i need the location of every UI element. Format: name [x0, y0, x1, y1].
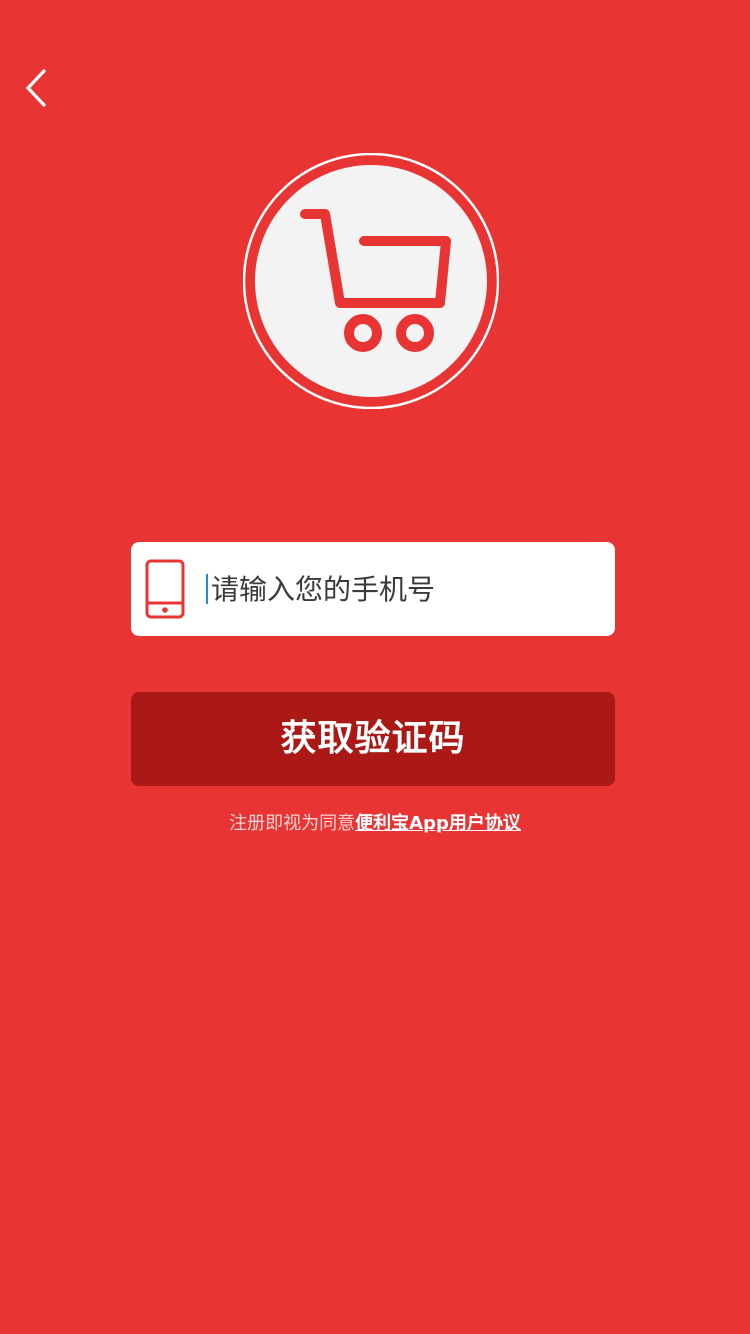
app-logo: [242, 152, 500, 410]
get-verification-code-button[interactable]: 获取验证码: [131, 692, 615, 786]
back-button[interactable]: [14, 62, 62, 114]
phone-number-field[interactable]: [131, 542, 615, 636]
shopping-cart-icon: [242, 152, 500, 410]
agreement-notice: 注册即视为同意便利宝App用户协议: [0, 810, 750, 838]
chevron-left-icon: [26, 69, 46, 107]
text-caret: [206, 574, 208, 604]
agreement-prefix: 注册即视为同意: [229, 813, 356, 834]
user-agreement-link[interactable]: 便利宝App用户协议: [355, 813, 521, 834]
phone-number-input[interactable]: [211, 564, 601, 614]
mobile-phone-icon: [145, 559, 185, 619]
